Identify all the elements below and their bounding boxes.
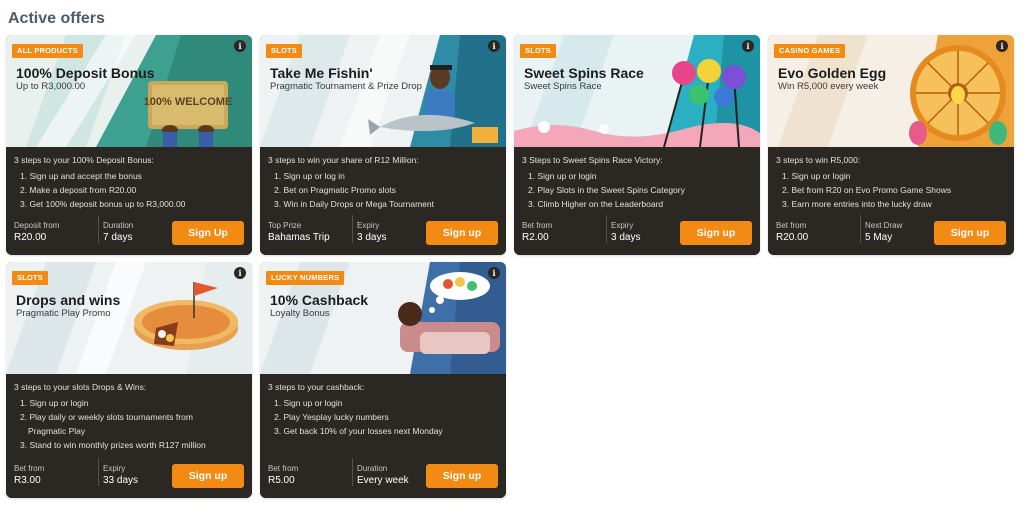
meta-label: Next Draw (865, 221, 903, 230)
category-badge: LUCKY NUMBERS (266, 271, 345, 285)
meta-label: Bet from (776, 221, 807, 230)
step-item: 2. Play Slots in the Sweet Spins Categor… (528, 185, 685, 195)
step-item: 3. Win in Daily Drops or Mega Tournament (274, 199, 434, 209)
step-item: 1. Sign up or log in (274, 171, 345, 181)
info-icon[interactable]: i (234, 40, 246, 52)
meta-next-draw: Next Draw 5 May (860, 215, 944, 243)
meta-label: Expiry (357, 221, 380, 230)
offer-title: 100% Deposit Bonus (16, 65, 155, 81)
meta-value: 3 days (611, 232, 641, 243)
category-badge: CASINO GAMES (774, 44, 846, 58)
sign-up-button[interactable]: Sign up (426, 221, 498, 245)
meta-bet-from: Bet from R2.00 (522, 215, 606, 243)
step-item: 1. Sign up or login (274, 398, 343, 408)
steps-heading: 3 Steps to Sweet Spins Race Victory: (522, 155, 663, 165)
offer-subtitle: Loyalty Bonus (270, 308, 330, 319)
step-item: 2. Make a deposit from R20.00 (20, 185, 137, 195)
page-title: Active offers (8, 10, 105, 27)
info-icon[interactable]: i (234, 267, 246, 279)
offer-subtitle: Pragmatic Tournament & Prize Drop (270, 81, 422, 92)
step-item: 1. Sign up or login (528, 171, 597, 181)
offer-subtitle: Up to R3,000.00 (16, 81, 86, 92)
steps-heading: 3 steps to win R5,000: (776, 155, 861, 165)
meta-bet-from: Bet from R20.00 (776, 215, 860, 243)
offer-title: Sweet Spins Race (524, 65, 644, 81)
offer-card[interactable]: CASINO GAMES i Evo Golden Egg Win R5,000… (768, 35, 1014, 255)
sign-up-button[interactable]: Sign up (680, 221, 752, 245)
offer-card[interactable]: SLOTS i Sweet Spins Race Sweet Spins Rac… (514, 35, 760, 255)
meta-label: Bet from (522, 221, 553, 230)
offer-title: 10% Cashback (270, 292, 369, 308)
sign-up-button[interactable]: Sign Up (172, 221, 244, 245)
offer-title: Take Me Fishin' (270, 65, 373, 81)
meta-value: Bahamas Trip (268, 232, 330, 243)
meta-top-prize: Top Prize Bahamas Trip (268, 215, 352, 243)
sign-up-button[interactable]: Sign up (934, 221, 1006, 245)
info-icon[interactable]: i (488, 40, 500, 52)
sign-up-button[interactable]: Sign up (172, 464, 244, 488)
meta-value: R3.00 (14, 475, 41, 486)
welcome-mat-text: 100% WELCOME (144, 96, 233, 108)
meta-bet-from: Bet from R5.00 (268, 458, 352, 486)
offer-card[interactable]: LUCKY NUMBERS i 10% Cashback Loyalty Bon… (260, 262, 506, 498)
meta-value: R5.00 (268, 475, 295, 486)
step-item: 2. Play daily or weekly slots tournament… (20, 412, 193, 422)
step-item: 3. Stand to win monthly prizes worth R12… (20, 440, 206, 450)
steps-heading: 3 steps to win your share of R12 Million… (268, 155, 419, 165)
meta-label: Deposit from (14, 221, 60, 230)
info-icon[interactable]: i (488, 267, 500, 279)
category-badge: ALL PRODUCTS (12, 44, 84, 58)
meta-deposit: Deposit from R20.00 (14, 215, 98, 243)
offer-card[interactable]: 100% WELCOME ALL PRODUCTS i 100% Deposit… (6, 35, 252, 255)
step-item: Pragmatic Play (28, 426, 86, 436)
steps-heading: 3 steps to your 100% Deposit Bonus: (14, 155, 154, 165)
meta-value: 5 May (865, 232, 893, 243)
steps-heading: 3 steps to your slots Drops & Wins: (14, 382, 147, 392)
sign-up-button[interactable]: Sign up (426, 464, 498, 488)
meta-value: 33 days (103, 475, 139, 486)
offer-subtitle: Pragmatic Play Promo (16, 308, 111, 319)
offer-title: Evo Golden Egg (778, 65, 887, 81)
category-badge: SLOTS (266, 44, 303, 58)
step-item: 3. Get 100% deposit bonus up to R3,000.0… (20, 199, 186, 209)
offer-card[interactable]: SLOTS i Take Me Fishin' Pragmatic Tourna… (260, 35, 506, 255)
meta-label: Bet from (268, 464, 299, 473)
step-item: 2. Play Yesplay lucky numbers (274, 412, 389, 422)
meta-expiry: Expiry 3 days (352, 215, 436, 243)
category-badge: SLOTS (520, 44, 557, 58)
meta-value: R20.00 (776, 232, 809, 243)
step-item: 1. Sign up and accept the bonus (20, 171, 142, 181)
steps-heading: 3 steps to your cashback: (268, 382, 365, 392)
offer-title: Drops and wins (16, 292, 121, 308)
meta-label: Top Prize (268, 221, 302, 230)
meta-label: Duration (103, 221, 134, 230)
meta-expiry: Expiry 3 days (606, 215, 690, 243)
info-icon[interactable]: i (996, 40, 1008, 52)
step-item: 1. Sign up or login (20, 398, 89, 408)
info-icon[interactable]: i (742, 40, 754, 52)
meta-label: Expiry (103, 464, 126, 473)
step-item: 3. Get back 10% of your losses next Mond… (274, 426, 443, 436)
offer-card[interactable]: SLOTS i Drops and wins Pragmatic Play Pr… (6, 262, 252, 498)
meta-bet-from: Bet from R3.00 (14, 458, 98, 486)
step-item: 3. Earn more entries into the lucky draw (782, 199, 932, 209)
step-item: 2. Bet on Pragmatic Promo slots (274, 185, 396, 195)
meta-value: 7 days (103, 232, 133, 243)
step-item: 2. Bet from R20 on Evo Promo Game Shows (782, 185, 952, 195)
offer-subtitle: Win R5,000 every week (778, 81, 879, 92)
meta-value: Every week (357, 475, 409, 486)
category-badge: SLOTS (12, 271, 49, 285)
meta-label: Duration (357, 464, 388, 473)
offer-subtitle: Sweet Spins Race (524, 81, 602, 92)
meta-label: Expiry (611, 221, 634, 230)
meta-value: R20.00 (14, 232, 47, 243)
meta-expiry: Expiry 33 days (98, 458, 182, 486)
step-item: 1. Sign up or login (782, 171, 851, 181)
meta-duration: Duration Every week (352, 458, 436, 486)
meta-label: Bet from (14, 464, 45, 473)
step-item: 3. Climb Higher on the Leaderboard (528, 199, 664, 209)
meta-value: R2.00 (522, 232, 549, 243)
meta-value: 3 days (357, 232, 387, 243)
meta-duration: Duration 7 days (98, 215, 182, 243)
